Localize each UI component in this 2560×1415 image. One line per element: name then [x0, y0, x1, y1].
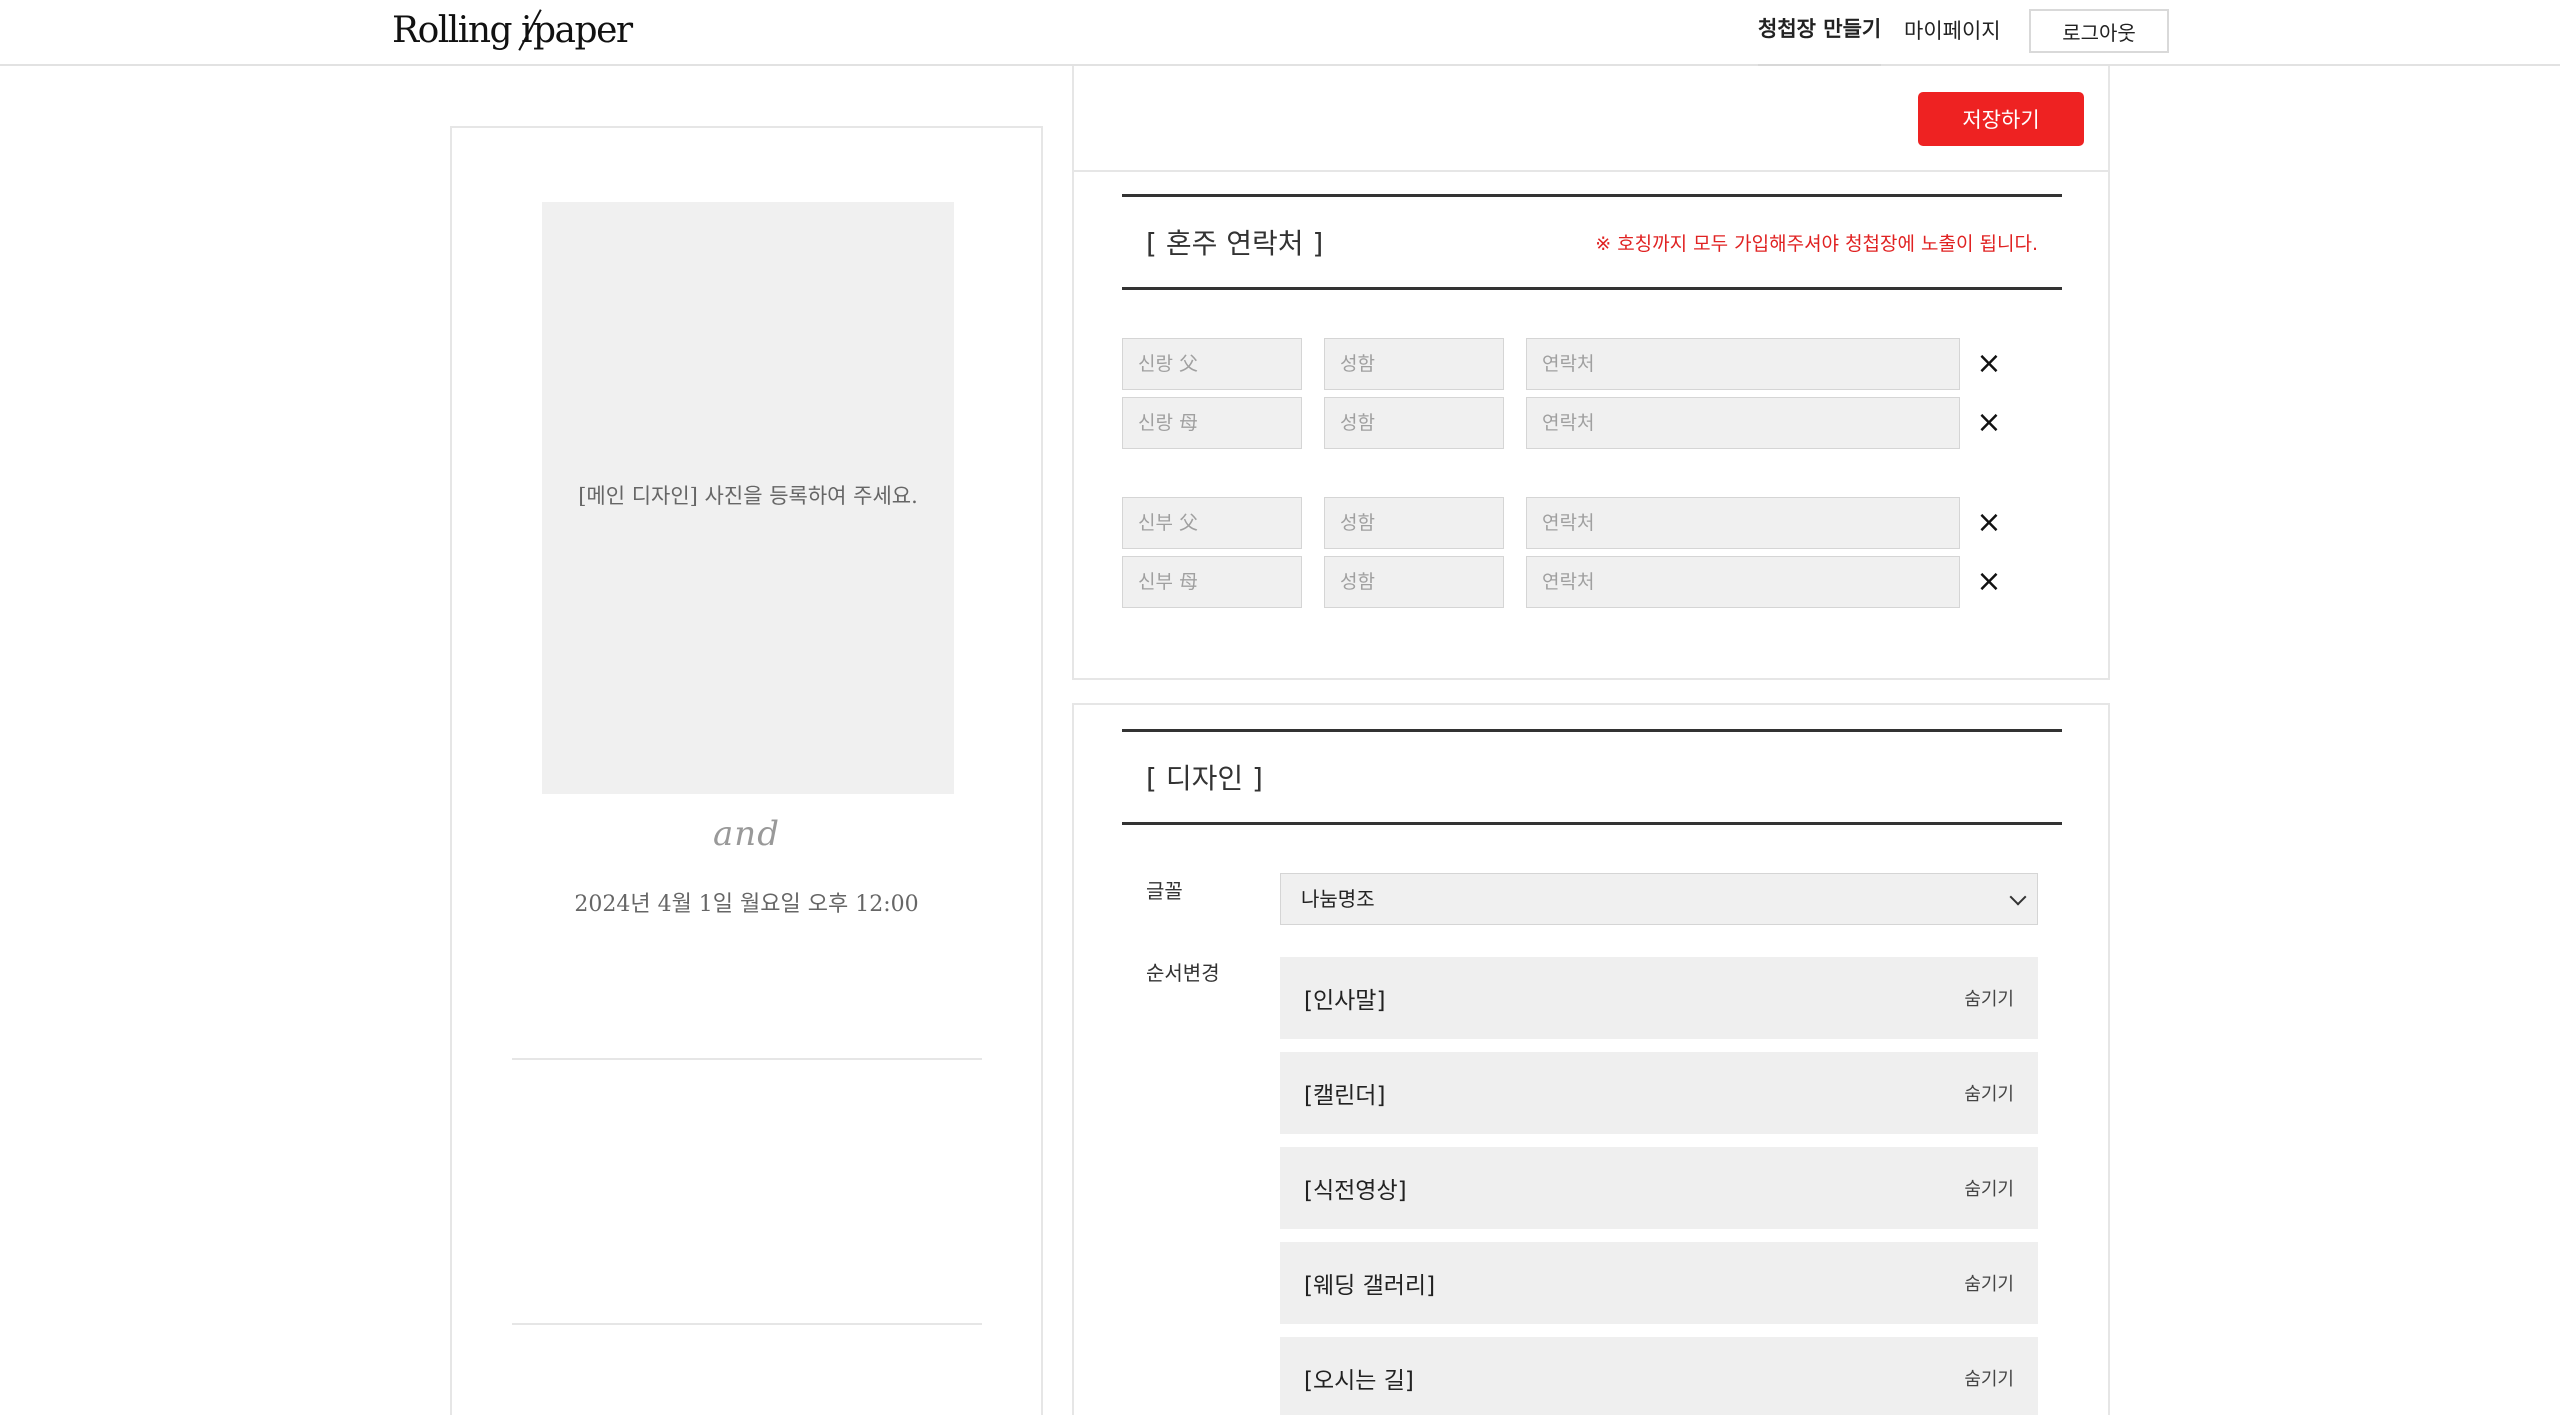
wedding-date: 2024년 4월 1일 월요일 오후 12:00	[574, 892, 919, 917]
preview-divider	[512, 1323, 982, 1325]
order-item-label: [오시는 길]	[1304, 1368, 1414, 1394]
order-item-label: [식전영상]	[1304, 1178, 1407, 1204]
groom-mother-phone-input[interactable]	[1526, 397, 1960, 449]
close-icon[interactable]: ×	[1974, 408, 2004, 438]
photo-placeholder-text: [메인 디자인] 사진을 등록하여 주세요.	[578, 484, 918, 508]
logout-button[interactable]: 로그아웃	[2029, 9, 2169, 53]
order-item-label: [인사말]	[1304, 988, 1386, 1014]
and-script: and	[713, 814, 780, 854]
parents-contact-section: [ 혼주 연락처 ] ※ 호칭까지 모두 가입해주셔야 청첩장에 노출이 됩니다…	[1072, 170, 2110, 680]
contact-section-note: ※ 호칭까지 모두 가입해주셔야 청첩장에 노출이 됩니다.	[1595, 232, 2038, 255]
logo-text-right: paper	[533, 9, 633, 51]
groom-father-name-input[interactable]	[1324, 338, 1504, 390]
logo-text-left: Rolling i	[392, 9, 533, 51]
close-icon[interactable]: ×	[1974, 508, 2004, 538]
font-label: 글꼴	[1146, 879, 1183, 903]
close-icon[interactable]: ×	[1974, 567, 2004, 597]
design-section-title: [ 디자인 ]	[1146, 762, 1263, 795]
font-select[interactable]: 나눔명조	[1280, 873, 2038, 925]
save-button[interactable]: 저장하기	[1918, 92, 2084, 146]
bride-mother-phone-input[interactable]	[1526, 556, 1960, 608]
bride-mother-name-input[interactable]	[1324, 556, 1504, 608]
close-icon[interactable]: ×	[1974, 349, 2004, 379]
main-photo-placeholder[interactable]: [메인 디자인] 사진을 등록하여 주세요.	[542, 202, 954, 794]
order-item-directions[interactable]: [오시는 길] 숨기기	[1280, 1337, 2038, 1415]
invitation-preview: [메인 디자인] 사진을 등록하여 주세요. and 2024년 4월 1일 월…	[450, 126, 1043, 1415]
bride-father-title-input[interactable]	[1122, 497, 1302, 549]
order-item-gallery[interactable]: [웨딩 갤러리] 숨기기	[1280, 1242, 2038, 1324]
logo[interactable]: Rolling i paper	[392, 4, 633, 56]
order-item-video[interactable]: [식전영상] 숨기기	[1280, 1147, 2038, 1229]
contact-section-title: [ 혼주 연락처 ]	[1146, 227, 1324, 260]
bride-mother-title-input[interactable]	[1122, 556, 1302, 608]
top-header: Rolling i paper 청첩장 만들기 마이페이지 로그아웃	[0, 0, 2560, 68]
contact-section-header: [ 혼주 연락처 ] ※ 호칭까지 모두 가입해주셔야 청첩장에 노출이 됩니다…	[1122, 194, 2062, 290]
groom-father-title-input[interactable]	[1122, 338, 1302, 390]
order-item-label: [웨딩 갤러리]	[1304, 1273, 1436, 1299]
hide-button[interactable]: 숨기기	[1964, 1337, 2014, 1415]
bride-father-phone-input[interactable]	[1526, 497, 1960, 549]
bride-father-name-input[interactable]	[1324, 497, 1504, 549]
design-section-header: [ 디자인 ]	[1122, 729, 2062, 825]
nav-create-invitation[interactable]: 청첩장 만들기	[1758, 0, 1882, 68]
order-label: 순서변경	[1146, 961, 1220, 985]
order-item-calendar[interactable]: [캘린더] 숨기기	[1280, 1052, 2038, 1134]
groom-father-phone-input[interactable]	[1526, 338, 1960, 390]
hide-button[interactable]: 숨기기	[1964, 957, 2014, 1039]
order-item-greeting[interactable]: [인사말] 숨기기	[1280, 957, 2038, 1039]
hide-button[interactable]: 숨기기	[1964, 1242, 2014, 1324]
groom-mother-name-input[interactable]	[1324, 397, 1504, 449]
save-bar: 저장하기	[1072, 66, 2110, 172]
hide-button[interactable]: 숨기기	[1964, 1147, 2014, 1229]
groom-mother-title-input[interactable]	[1122, 397, 1302, 449]
preview-divider	[512, 1058, 982, 1060]
hide-button[interactable]: 숨기기	[1964, 1052, 2014, 1134]
order-item-label: [캘린더]	[1304, 1083, 1386, 1109]
design-section: [ 디자인 ] 글꼴 나눔명조 순서변경 [인사말] 숨기기 [캘린더] 숨기기…	[1072, 703, 2110, 1415]
nav-mypage[interactable]: 마이페이지	[1904, 0, 2001, 66]
